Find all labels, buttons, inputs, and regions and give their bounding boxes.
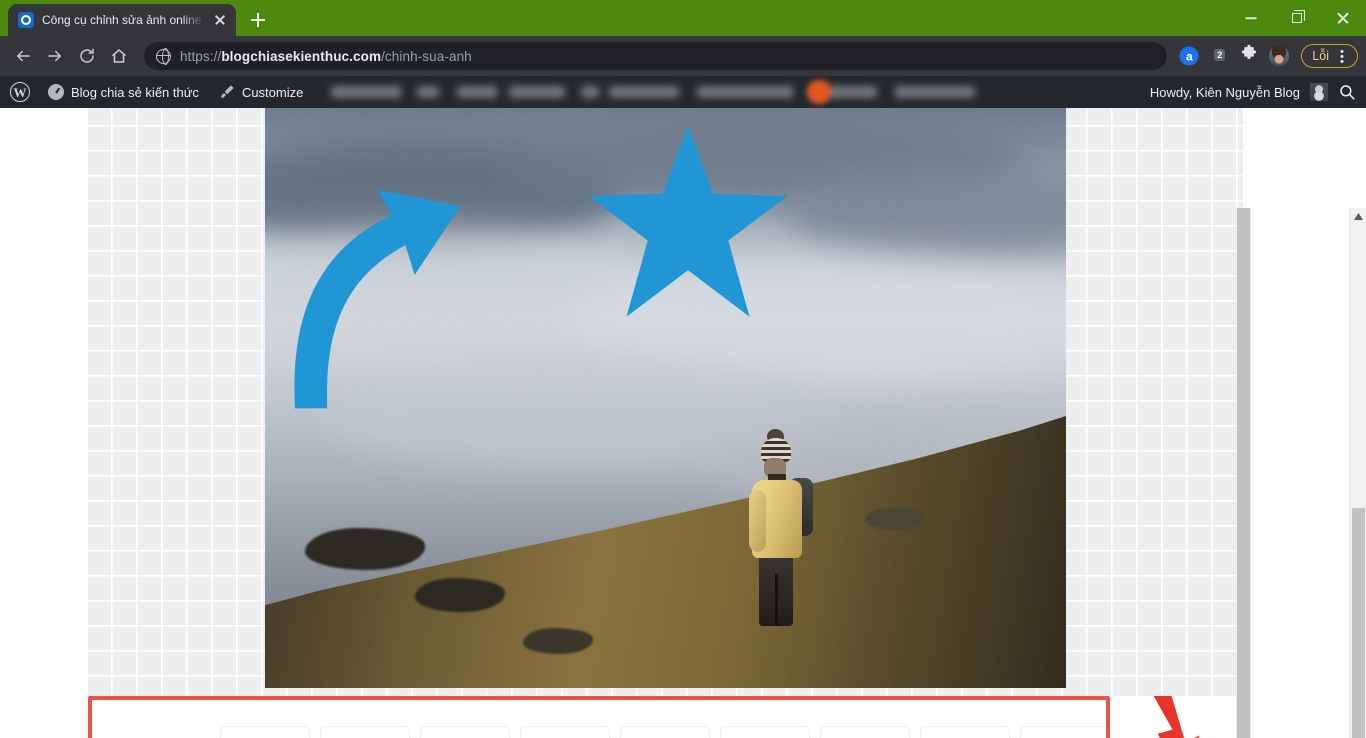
wp-admin-bar: W Blog chia sẻ kiến thức Customize Howdy…: [0, 76, 1366, 108]
edited-photo[interactable]: [265, 108, 1066, 688]
photo-hiker: [735, 429, 825, 628]
minimize-button[interactable]: [1228, 0, 1274, 36]
profile-avatar[interactable]: [1265, 42, 1293, 70]
wordpress-icon: W: [10, 82, 30, 102]
overlay-curved-arrow-shape[interactable]: [272, 183, 502, 413]
reload-icon[interactable]: [72, 41, 102, 71]
toolbar-icons: a 2 Lỗi: [1175, 42, 1358, 70]
page-scrollbar-thumb[interactable]: [1352, 508, 1365, 738]
admin-bar-customize[interactable]: Customize: [209, 76, 313, 108]
page-vscrollbar[interactable]: [1349, 208, 1366, 738]
tool-arrow-3[interactable]: Arrow #3: [820, 726, 910, 738]
browser-tab[interactable]: Công cụ chỉnh sửa ảnh online - E: [8, 4, 236, 36]
adblock-icon[interactable]: a: [1175, 42, 1203, 70]
url-text: https://blogchiasekienthuc.com/chinh-sua…: [180, 48, 472, 64]
editor-vscrollbar[interactable]: [1236, 208, 1251, 738]
tool-arrow-2[interactable]: Arrow #2: [720, 726, 810, 738]
image-editor: [88, 108, 1243, 738]
redacted-orange-dot: [807, 80, 832, 104]
back-icon[interactable]: [8, 41, 38, 71]
notification-count: 2: [1214, 49, 1226, 61]
site-name-label: Blog chia sẻ kiến thức: [71, 84, 199, 100]
editor-scrollbar-thumb[interactable]: [1237, 208, 1250, 738]
address-bar[interactable]: https://blogchiasekienthuc.com/chinh-sua…: [144, 42, 1168, 70]
tab-strip: Công cụ chỉnh sửa ảnh online - E: [0, 0, 1366, 36]
admin-avatar[interactable]: [1310, 83, 1328, 101]
howdy-label[interactable]: Howdy, Kiên Nguyễn Blog: [1150, 85, 1300, 100]
tool-star[interactable]: Star: [1020, 726, 1106, 738]
page-content: Cancel Circle Rectangle Triangle: [0, 108, 1366, 738]
site-info-icon[interactable]: [155, 48, 171, 66]
overlay-star-shape[interactable]: [582, 121, 794, 326]
tool-rectangle[interactable]: Rectangle: [320, 726, 410, 738]
search-icon[interactable]: [1338, 83, 1356, 101]
forward-icon[interactable]: [40, 41, 70, 71]
page-right-margin: [1251, 108, 1349, 738]
home-icon[interactable]: [104, 41, 134, 71]
tool-line[interactable]: Line: [920, 726, 1010, 738]
wp-logo-menu[interactable]: W: [0, 76, 38, 108]
extensions-puzzle-icon[interactable]: [1235, 42, 1263, 70]
admin-bar-site-name[interactable]: Blog chia sẻ kiến thức: [38, 76, 209, 108]
error-pill-label: Lỗi: [1312, 49, 1329, 63]
shape-toolbar: Cancel Circle Rectangle Triangle: [92, 718, 1106, 738]
error-pill[interactable]: Lỗi: [1301, 44, 1358, 68]
close-window-button[interactable]: [1320, 0, 1366, 36]
customize-label: Customize: [241, 84, 304, 100]
brush-icon: [219, 84, 235, 100]
tool-ellipse[interactable]: Ellipse: [520, 726, 610, 738]
window-controls: [1228, 0, 1366, 36]
tool-triangle[interactable]: Triangle: [420, 726, 510, 738]
three-dot-menu-icon[interactable]: [1335, 47, 1349, 65]
browser-toolbar: https://blogchiasekienthuc.com/chinh-sua…: [0, 36, 1366, 76]
maximize-button[interactable]: [1274, 0, 1320, 36]
tool-circle[interactable]: Circle: [220, 726, 310, 738]
page-left-margin: [0, 108, 88, 738]
editor-canvas[interactable]: [88, 108, 1243, 696]
new-tab-button[interactable]: [244, 6, 272, 34]
tab-title: Công cụ chỉnh sửa ảnh online - E: [42, 13, 204, 27]
annotation-arrow: [1140, 692, 1210, 738]
tab-close-icon[interactable]: [212, 12, 228, 28]
site-favicon: [18, 12, 34, 28]
admin-bar-redacted-items: [319, 76, 1144, 108]
tool-arrow-1[interactable]: Arrow #1: [620, 726, 710, 738]
dashboard-icon: [48, 84, 64, 100]
notification-icon[interactable]: 2: [1205, 42, 1233, 70]
browser-window: Công cụ chỉnh sửa ảnh online - E https:/…: [0, 0, 1366, 738]
page-scroll-up-icon[interactable]: [1350, 208, 1366, 225]
